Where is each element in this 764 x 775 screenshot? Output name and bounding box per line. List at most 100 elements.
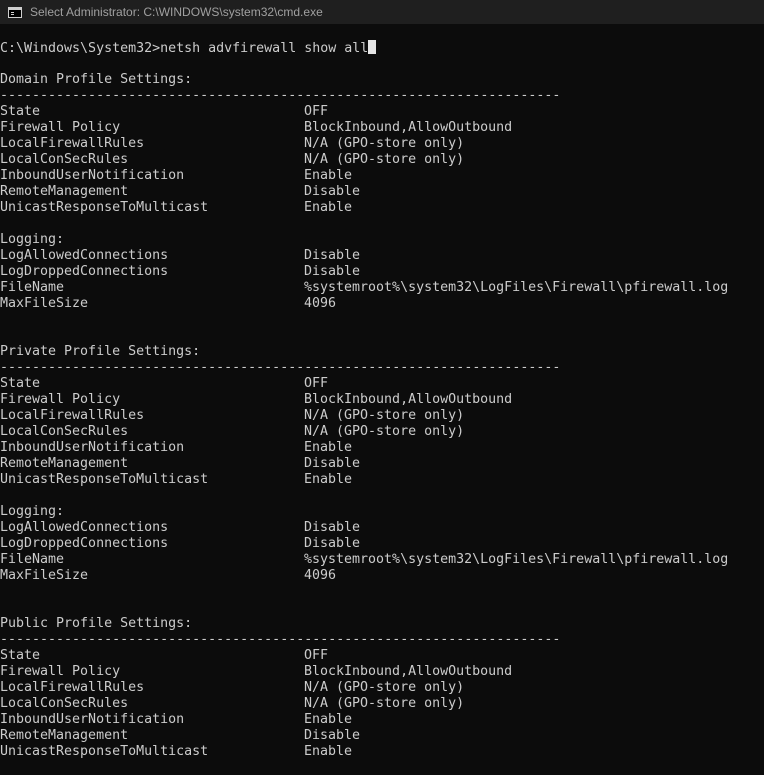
separator: ----------------------------------------… bbox=[0, 632, 561, 647]
setting-row: State OFF bbox=[0, 104, 764, 120]
logging-value: Disable bbox=[304, 520, 361, 535]
setting-key: RemoteManagement bbox=[0, 184, 129, 199]
setting-value: N/A (GPO-store only) bbox=[304, 152, 465, 167]
setting-value: BlockInbound,AllowOutbound bbox=[304, 664, 513, 679]
setting-value: OFF bbox=[304, 648, 329, 663]
command-text: netsh advfirewall show all bbox=[160, 41, 369, 56]
setting-key: UnicastResponseToMulticast bbox=[0, 744, 209, 759]
window-title: Select Administrator: C:\WINDOWS\system3… bbox=[30, 5, 323, 19]
setting-key: LocalConSecRules bbox=[0, 696, 129, 711]
setting-row: LocalConSecRules N/A (GPO-store only) bbox=[0, 424, 764, 440]
setting-row: LocalConSecRules N/A (GPO-store only) bbox=[0, 152, 764, 168]
logging-value: 4096 bbox=[304, 296, 337, 311]
setting-row: LocalConSecRules N/A (GPO-store only) bbox=[0, 696, 764, 712]
setting-key: LocalFirewallRules bbox=[0, 136, 145, 151]
setting-row: InboundUserNotification Enable bbox=[0, 712, 764, 728]
setting-value: BlockInbound,AllowOutbound bbox=[304, 392, 513, 407]
setting-key: Firewall Policy bbox=[0, 392, 121, 407]
logging-row: LogDroppedConnections Disable bbox=[0, 264, 764, 280]
setting-value: N/A (GPO-store only) bbox=[304, 696, 465, 711]
setting-key: State bbox=[0, 104, 41, 119]
setting-row: InboundUserNotification Enable bbox=[0, 168, 764, 184]
setting-value: Disable bbox=[304, 728, 361, 743]
logging-key: LogAllowedConnections bbox=[0, 520, 169, 535]
setting-value: OFF bbox=[304, 104, 329, 119]
separator: ----------------------------------------… bbox=[0, 88, 561, 103]
setting-key: LocalConSecRules bbox=[0, 424, 129, 439]
logging-key: LogDroppedConnections bbox=[0, 264, 169, 279]
setting-row: LocalFirewallRules N/A (GPO-store only) bbox=[0, 680, 764, 696]
setting-key: UnicastResponseToMulticast bbox=[0, 472, 209, 487]
logging-row: LogAllowedConnections Disable bbox=[0, 520, 764, 536]
profile-header-public: Public Profile Settings: bbox=[0, 616, 193, 631]
logging-key: LogAllowedConnections bbox=[0, 248, 169, 263]
setting-value: N/A (GPO-store only) bbox=[304, 408, 465, 423]
logging-key: FileName bbox=[0, 280, 65, 295]
title-bar[interactable]: Select Administrator: C:\WINDOWS\system3… bbox=[0, 0, 764, 24]
separator: ----------------------------------------… bbox=[0, 360, 561, 375]
setting-value: Enable bbox=[304, 472, 353, 487]
logging-key: MaxFileSize bbox=[0, 296, 89, 311]
setting-key: RemoteManagement bbox=[0, 728, 129, 743]
setting-row: State OFF bbox=[0, 648, 764, 664]
setting-value: Enable bbox=[304, 200, 353, 215]
command-line[interactable]: C:\Windows\System32>netsh advfirewall sh… bbox=[0, 40, 764, 56]
setting-value: Enable bbox=[304, 712, 353, 727]
logging-row: FileName %systemroot%\system32\LogFiles\F… bbox=[0, 280, 764, 296]
setting-value: Enable bbox=[304, 440, 353, 455]
setting-key: UnicastResponseToMulticast bbox=[0, 200, 209, 215]
setting-row: State OFF bbox=[0, 376, 764, 392]
setting-row: Firewall Policy BlockInbound,AllowOutboun… bbox=[0, 664, 764, 680]
setting-row: RemoteManagement Disable bbox=[0, 456, 764, 472]
setting-row: RemoteManagement Disable bbox=[0, 728, 764, 744]
setting-key: State bbox=[0, 376, 41, 391]
text-cursor bbox=[368, 40, 377, 54]
logging-header: Logging: bbox=[0, 504, 65, 519]
setting-row: LocalFirewallRules N/A (GPO-store only) bbox=[0, 408, 764, 424]
setting-key: InboundUserNotification bbox=[0, 712, 185, 727]
logging-header: Logging: bbox=[0, 232, 65, 247]
logging-value: %systemroot%\system32\LogFiles\Firewall\… bbox=[304, 552, 729, 567]
logging-row: MaxFileSize 4096 bbox=[0, 296, 764, 312]
setting-row: Firewall Policy BlockInbound,AllowOutboun… bbox=[0, 392, 764, 408]
setting-value: OFF bbox=[304, 376, 329, 391]
logging-value: Disable bbox=[304, 248, 361, 263]
setting-row: UnicastResponseToMulticast Enable bbox=[0, 744, 764, 760]
setting-row: InboundUserNotification Enable bbox=[0, 440, 764, 456]
prompt: C:\Windows\System32> bbox=[0, 41, 161, 56]
setting-key: LocalFirewallRules bbox=[0, 408, 145, 423]
setting-value: N/A (GPO-store only) bbox=[304, 136, 465, 151]
setting-key: InboundUserNotification bbox=[0, 440, 185, 455]
setting-row: LocalFirewallRules N/A (GPO-store only) bbox=[0, 136, 764, 152]
setting-key: Firewall Policy bbox=[0, 664, 121, 679]
setting-value: BlockInbound,AllowOutbound bbox=[304, 120, 513, 135]
cmd-window: Select Administrator: C:\WINDOWS\system3… bbox=[0, 0, 764, 775]
setting-value: Disable bbox=[304, 184, 361, 199]
setting-value: Enable bbox=[304, 168, 353, 183]
logging-row: FileName %systemroot%\system32\LogFiles\F… bbox=[0, 552, 764, 568]
setting-value: Enable bbox=[304, 744, 353, 759]
logging-value: Disable bbox=[304, 264, 361, 279]
setting-value: N/A (GPO-store only) bbox=[304, 680, 465, 695]
console-output[interactable]: C:\Windows\System32>netsh advfirewall sh… bbox=[0, 40, 764, 760]
logging-key: FileName bbox=[0, 552, 65, 567]
logging-key: LogDroppedConnections bbox=[0, 536, 169, 551]
setting-row: Firewall Policy BlockInbound,AllowOutboun… bbox=[0, 120, 764, 136]
setting-key: LocalFirewallRules bbox=[0, 680, 145, 695]
setting-key: LocalConSecRules bbox=[0, 152, 129, 167]
logging-value: Disable bbox=[304, 536, 361, 551]
logging-row: LogAllowedConnections Disable bbox=[0, 248, 764, 264]
logging-key: MaxFileSize bbox=[0, 568, 89, 583]
logging-row: LogDroppedConnections Disable bbox=[0, 536, 764, 552]
logging-value: 4096 bbox=[304, 568, 337, 583]
profile-header-private: Private Profile Settings: bbox=[0, 344, 201, 359]
logging-row: MaxFileSize 4096 bbox=[0, 568, 764, 584]
setting-row: RemoteManagement Disable bbox=[0, 184, 764, 200]
console-icon bbox=[8, 6, 22, 18]
